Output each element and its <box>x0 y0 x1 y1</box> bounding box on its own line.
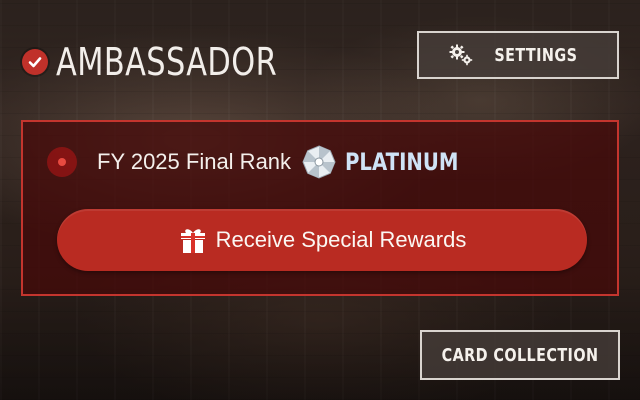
gift-icon <box>178 225 208 255</box>
receive-rewards-label: Receive Special Rewards <box>215 227 467 252</box>
check-circle-icon <box>22 49 48 75</box>
settings-label: SETTINGS <box>494 44 578 66</box>
settings-button[interactable]: SETTINGS <box>417 31 619 79</box>
header: AMBASSADOR <box>22 40 332 84</box>
card-collection-button[interactable]: CARD COLLECTION <box>420 330 620 380</box>
rank-row: FY 2025 Final Rank PLATINUM <box>47 144 483 180</box>
rank-value: PLATINUM <box>345 148 459 176</box>
card-collection-label: CARD COLLECTION <box>441 344 599 366</box>
rank-panel: FY 2025 Final Rank PLATINUM Receive Spec… <box>21 120 619 296</box>
bullet-dot-icon <box>47 147 77 177</box>
receive-rewards-button[interactable]: Receive Special Rewards <box>57 209 587 271</box>
page-title: AMBASSADOR <box>56 40 278 84</box>
gears-icon <box>448 43 474 67</box>
rank-label: FY 2025 Final Rank <box>97 149 292 174</box>
umbrella-emblem-icon <box>301 144 337 180</box>
